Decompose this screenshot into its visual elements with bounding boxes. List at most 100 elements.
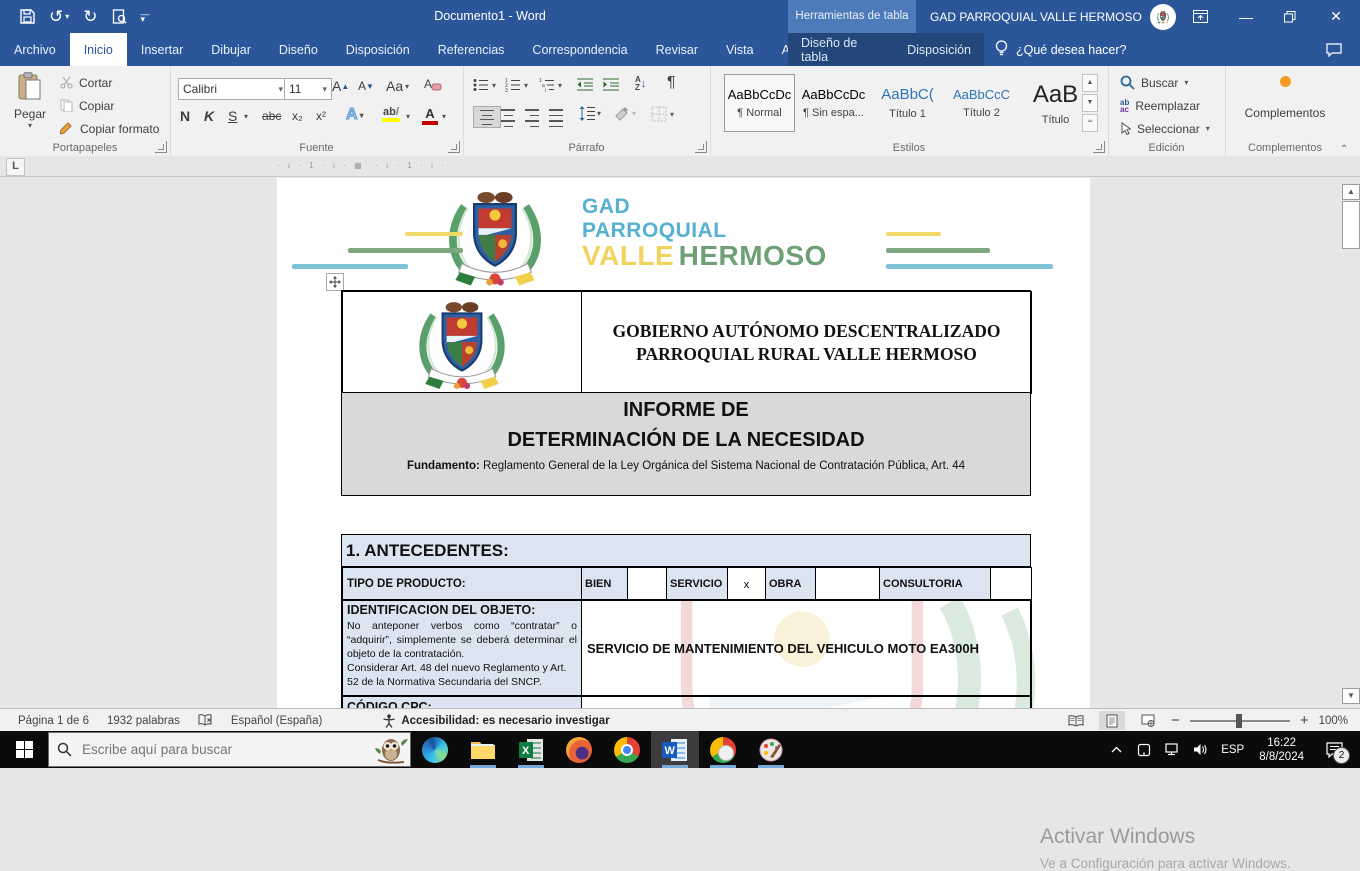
tab-archivo[interactable]: Archivo <box>0 33 70 66</box>
page-indicator[interactable]: Página 1 de 6 <box>18 715 89 727</box>
zoom-in-button[interactable]: + <box>1300 712 1309 729</box>
styles-gallery-expand[interactable]: ≂ <box>1082 114 1098 132</box>
styles-scroll-up[interactable]: ▲ <box>1082 74 1098 92</box>
bold-button[interactable]: N <box>180 108 190 124</box>
language-indicator[interactable]: Español (España) <box>231 715 322 727</box>
print-layout-icon[interactable] <box>1099 711 1125 730</box>
font-color-button[interactable]: A <box>422 106 438 125</box>
parrafo-dialog-launcher[interactable] <box>695 141 707 153</box>
text-effects-button[interactable]: A▾ <box>346 106 364 124</box>
align-left-button[interactable] <box>473 106 501 128</box>
underline-button[interactable]: S <box>228 108 237 124</box>
line-spacing-button[interactable]: ▾ <box>579 106 601 121</box>
styles-scroll-down[interactable]: ▼ <box>1082 94 1098 112</box>
estilos-dialog-launcher[interactable] <box>1093 141 1105 153</box>
tray-chevron-icon[interactable] <box>1104 731 1128 768</box>
table-move-handle[interactable] <box>326 273 344 291</box>
align-right-button[interactable] <box>525 107 539 129</box>
font-color-dropdown[interactable]: ▾ <box>442 112 446 121</box>
cell-identificacion-value[interactable]: SERVICIO DE MANTENIMIENTO DEL VEHICULO M… <box>581 600 1032 697</box>
numbering-button[interactable]: 123▾ <box>505 78 528 92</box>
tab-correspondencia[interactable]: Correspondencia <box>518 33 641 66</box>
style-normal[interactable]: AaBbCcDc ¶ Normal <box>724 74 795 132</box>
tab-diseno[interactable]: Diseño <box>265 33 332 66</box>
print-preview-icon[interactable] <box>112 9 127 24</box>
increase-indent-button[interactable] <box>603 78 619 91</box>
ribbon-display-options-icon[interactable] <box>1180 0 1220 33</box>
fuente-dialog-launcher[interactable] <box>448 141 460 153</box>
zoom-slider[interactable] <box>1190 720 1290 722</box>
taskbar-file-explorer-icon[interactable] <box>459 731 507 768</box>
word-count[interactable]: 1932 palabras <box>107 715 180 727</box>
bullets-button[interactable]: ▾ <box>473 78 496 92</box>
style-titulo-1[interactable]: AaBbC( Título 1 <box>872 74 943 132</box>
web-layout-icon[interactable] <box>1135 711 1161 730</box>
cell-servicio-value[interactable]: x <box>727 567 766 601</box>
proofing-icon[interactable] <box>198 714 213 727</box>
tab-disposicion-tabla[interactable]: Disposición <box>894 33 984 66</box>
horizontal-ruler[interactable]: · ı · 1 · ı · ▦ · ı · 1 · ı · <box>277 161 1090 172</box>
tray-language[interactable]: ESP <box>1216 744 1249 756</box>
strikethrough-button[interactable]: abc <box>262 109 281 123</box>
tab-revisar[interactable]: Revisar <box>642 33 712 66</box>
find-button[interactable]: Buscar▾ <box>1120 72 1188 93</box>
taskbar-chrome-icon[interactable] <box>603 731 651 768</box>
collapse-ribbon-icon[interactable]: ⌃ <box>1340 144 1348 155</box>
tab-insertar[interactable]: Insertar <box>127 33 197 66</box>
minimize-button[interactable]: — <box>1226 0 1266 33</box>
highlight-button[interactable]: ab/ <box>382 106 400 122</box>
style-titulo[interactable]: AaB Título <box>1020 74 1091 132</box>
subscript-button[interactable]: x₂ <box>292 109 303 123</box>
underline-dropdown[interactable]: ▾ <box>244 112 248 121</box>
format-painter-button[interactable]: Copiar formato <box>60 118 159 139</box>
superscript-button[interactable]: x² <box>316 109 326 123</box>
portapapeles-dialog-launcher[interactable] <box>155 141 167 153</box>
tell-me-box[interactable]: ¿Qué desea hacer? <box>995 33 1127 66</box>
change-case-button[interactable]: Aa▾ <box>386 78 409 94</box>
avatar[interactable] <box>1150 4 1176 30</box>
zoom-level[interactable]: 100% <box>1319 715 1348 727</box>
tab-dibujar[interactable]: Dibujar <box>197 33 265 66</box>
taskbar-word-icon[interactable]: W <box>651 731 699 768</box>
close-button[interactable]: ✕ <box>1316 0 1356 33</box>
restore-button[interactable] <box>1270 0 1310 33</box>
font-family-combo[interactable]: Calibri▾ <box>178 78 288 100</box>
tab-vista[interactable]: Vista <box>712 33 768 66</box>
read-mode-icon[interactable] <box>1063 711 1089 730</box>
complementos-button[interactable]: Complementos <box>1225 74 1345 120</box>
zoom-slider-thumb[interactable] <box>1236 714 1242 728</box>
highlight-dropdown[interactable]: ▾ <box>406 112 410 121</box>
borders-button[interactable]: ▾ <box>651 106 674 122</box>
search-input[interactable] <box>80 741 314 758</box>
grow-font-button[interactable]: A▲ <box>332 78 349 94</box>
tray-volume-icon[interactable] <box>1188 731 1212 768</box>
action-center-icon[interactable]: 2 <box>1314 731 1354 768</box>
undo-icon[interactable]: ↺▾ <box>49 7 69 27</box>
cell-obra-value[interactable] <box>815 567 880 601</box>
replace-button[interactable]: abac Reemplazar <box>1120 95 1200 116</box>
scrollbar-up-button[interactable]: ▲ <box>1342 184 1360 200</box>
tab-disposicion[interactable]: Disposición <box>332 33 424 66</box>
taskbar-chrome-app-icon[interactable] <box>699 731 747 768</box>
show-marks-button[interactable]: ¶ <box>667 74 676 92</box>
comments-icon[interactable] <box>1326 33 1342 66</box>
tray-tablet-icon[interactable] <box>1132 731 1156 768</box>
tab-referencias[interactable]: Referencias <box>424 33 519 66</box>
style-titulo-2[interactable]: AaBbCcC Título 2 <box>946 74 1017 132</box>
clear-formatting-button[interactable]: A <box>424 76 442 92</box>
taskbar-firefox-icon[interactable] <box>555 731 603 768</box>
copy-button[interactable]: Copiar <box>60 95 114 116</box>
taskbar-paint-app-icon[interactable] <box>747 731 795 768</box>
accessibility-status[interactable]: Accesibilidad: es necesario investigar <box>382 714 609 728</box>
save-icon[interactable] <box>20 9 35 24</box>
decrease-indent-button[interactable] <box>577 78 593 91</box>
justify-button[interactable] <box>549 107 563 129</box>
shrink-font-button[interactable]: A▼ <box>358 79 374 93</box>
cell-consultoria-value[interactable] <box>990 567 1032 601</box>
taskbar-search[interactable] <box>48 732 411 767</box>
italic-button[interactable]: K <box>204 108 214 124</box>
scrollbar-thumb[interactable] <box>1342 201 1360 249</box>
document-page[interactable]: GAD PARROQUIAL VALLE HERMOSO GOBIERNO A <box>277 178 1090 709</box>
font-size-combo[interactable]: 11▾ <box>284 78 332 100</box>
taskbar-excel-icon[interactable]: X <box>507 731 555 768</box>
